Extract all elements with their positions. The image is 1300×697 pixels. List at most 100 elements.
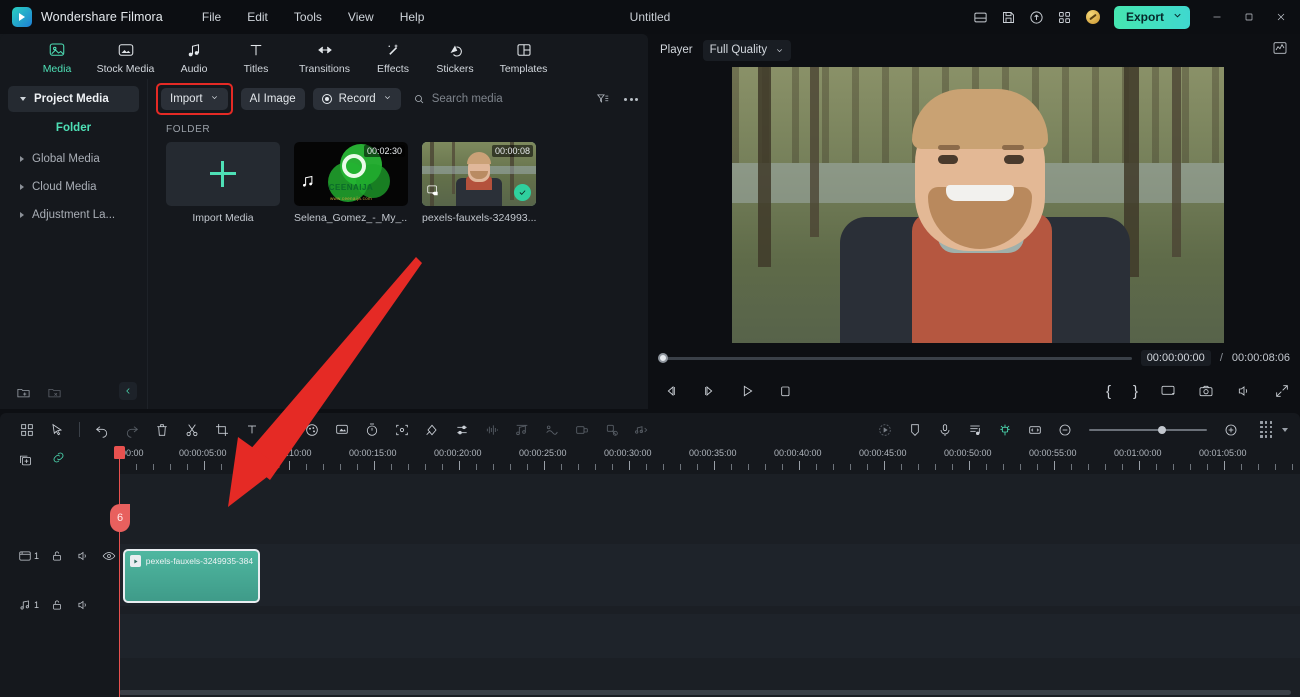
sidebar-collapse-button[interactable] (119, 382, 137, 400)
mark-out-brace[interactable]: } (1133, 383, 1138, 400)
crop-icon[interactable] (207, 416, 237, 444)
rotate-icon[interactable] (267, 416, 297, 444)
menu-edit[interactable]: Edit (234, 6, 281, 28)
chevron-down-icon[interactable] (1282, 427, 1288, 432)
chroma-key-icon[interactable] (990, 416, 1020, 444)
media-thumbnail-audio[interactable]: CEENAIJA www.ceenaija.com 00:02:30 (294, 142, 408, 206)
voiceover-mic-icon[interactable] (930, 416, 960, 444)
close-button[interactable] (1266, 0, 1296, 34)
tab-media[interactable]: Media (26, 39, 88, 75)
play-icon[interactable] (739, 383, 755, 399)
video-track-lane[interactable] (119, 544, 1300, 606)
seek-slider[interactable] (658, 353, 1132, 363)
audio-stretch-icon[interactable] (627, 416, 657, 444)
cloud-upload-icon[interactable] (1024, 4, 1050, 30)
tab-stickers[interactable]: Stickers (424, 39, 486, 75)
grid-layout-icon[interactable] (12, 416, 42, 444)
layout-icon[interactable] (968, 4, 994, 30)
record-button[interactable]: Record (312, 88, 401, 110)
audio-mixer-icon[interactable] (960, 416, 990, 444)
keyframe-diamond-icon[interactable] (417, 416, 447, 444)
media-item-video[interactable]: 00:00:08 pexels-fauxels-324993... (422, 142, 536, 224)
export-button[interactable]: Export (1113, 5, 1190, 29)
fullscreen-icon[interactable] (1274, 383, 1290, 399)
color-palette-icon[interactable] (297, 416, 327, 444)
tab-transitions[interactable]: Transitions (287, 39, 362, 75)
speed-timer-icon[interactable] (357, 416, 387, 444)
audio-waveform-icon[interactable] (477, 416, 507, 444)
tab-templates[interactable]: Templates (486, 39, 561, 75)
crop-pan-icon[interactable] (567, 416, 597, 444)
mute-icon[interactable] (70, 598, 96, 612)
playhead[interactable]: 6 (110, 446, 130, 697)
playhead-handle[interactable] (114, 446, 125, 459)
sidebar-item-adjustment-layer[interactable]: Adjustment La... (8, 202, 139, 228)
zoom-slider[interactable] (1089, 425, 1208, 434)
chevron-down-icon[interactable] (383, 93, 392, 105)
import-button[interactable]: Import (161, 88, 228, 110)
tab-stock-media[interactable]: Stock Media (88, 39, 163, 75)
next-frame-icon[interactable] (701, 383, 717, 399)
save-icon[interactable] (996, 4, 1022, 30)
timeline-horizontal-scrollbar[interactable] (119, 690, 1291, 695)
apps-grid-icon[interactable] (1052, 4, 1078, 30)
ai-image-button[interactable]: AI Image (240, 88, 305, 110)
snapshot-camera-icon[interactable] (1198, 383, 1214, 399)
tab-audio[interactable]: Audio (163, 39, 225, 75)
fit-timeline-icon[interactable] (1020, 416, 1050, 444)
delete-trash-icon[interactable] (147, 416, 177, 444)
zoom-slider-handle[interactable] (1158, 425, 1167, 434)
tab-effects[interactable]: Effects (362, 39, 424, 75)
marker-icon[interactable] (900, 416, 930, 444)
mute-icon[interactable] (70, 549, 96, 563)
split-scissors-icon[interactable] (177, 416, 207, 444)
seek-handle[interactable] (658, 353, 668, 363)
add-track-icon[interactable] (18, 453, 33, 468)
undo-icon[interactable] (87, 416, 117, 444)
import-media-tile[interactable] (166, 142, 280, 206)
maximize-button[interactable] (1234, 0, 1264, 34)
zoom-out-icon[interactable] (1050, 416, 1080, 444)
sidebar-folder-label[interactable]: Folder (0, 116, 147, 140)
motion-tracking-icon[interactable] (597, 416, 627, 444)
coin-icon[interactable] (1080, 4, 1106, 30)
sidebar-item-project-media[interactable]: Project Media (8, 86, 139, 112)
more-options-icon[interactable] (624, 97, 638, 101)
media-thumbnail-video[interactable]: 00:00:08 (422, 142, 536, 206)
minimize-button[interactable] (1202, 0, 1232, 34)
link-chain-icon[interactable] (51, 450, 66, 470)
zoom-in-icon[interactable] (1216, 416, 1246, 444)
volume-icon[interactable] (1236, 383, 1252, 399)
text-title-icon[interactable] (237, 416, 267, 444)
audio-track-lane[interactable] (119, 614, 1300, 658)
media-item-import[interactable]: Import Media (166, 142, 280, 224)
tab-titles[interactable]: Titles (225, 39, 287, 75)
menu-view[interactable]: View (335, 6, 387, 28)
new-folder-icon[interactable] (16, 385, 31, 400)
mask-icon[interactable] (327, 416, 357, 444)
filter-icon[interactable] (596, 92, 610, 106)
chevron-down-icon[interactable] (210, 93, 219, 105)
video-preview[interactable] (731, 67, 1224, 343)
timeline-tracks[interactable]: pexels-fauxels-3249935-3840... (119, 474, 1300, 697)
lock-icon[interactable] (44, 598, 70, 612)
sidebar-item-cloud-media[interactable]: Cloud Media (8, 174, 139, 200)
menu-help[interactable]: Help (387, 6, 438, 28)
search-input[interactable]: Search media (413, 93, 588, 105)
grid-density-icon[interactable] (1260, 421, 1272, 438)
lock-icon[interactable] (44, 549, 70, 563)
auto-reframe-icon[interactable] (387, 416, 417, 444)
sidebar-item-global-media[interactable]: Global Media (8, 146, 139, 172)
menu-tools[interactable]: Tools (281, 6, 335, 28)
media-item-audio[interactable]: CEENAIJA www.ceenaija.com 00:02:30 Selen… (294, 142, 408, 224)
stop-icon[interactable] (777, 383, 793, 399)
mark-in-brace[interactable]: { (1106, 383, 1111, 400)
prev-frame-icon[interactable] (663, 383, 679, 399)
chevron-down-icon[interactable] (1172, 10, 1183, 24)
timeline-clip[interactable]: pexels-fauxels-3249935-3840... (123, 549, 260, 603)
menu-file[interactable]: File (189, 6, 234, 28)
redo-icon[interactable] (117, 416, 147, 444)
adjust-sliders-icon[interactable] (447, 416, 477, 444)
auto-beat-sync-icon[interactable] (870, 416, 900, 444)
timeline-ruler[interactable]: 00:00 00:00:05:00 00:00:10:00 00:00:15:0… (119, 446, 1300, 474)
